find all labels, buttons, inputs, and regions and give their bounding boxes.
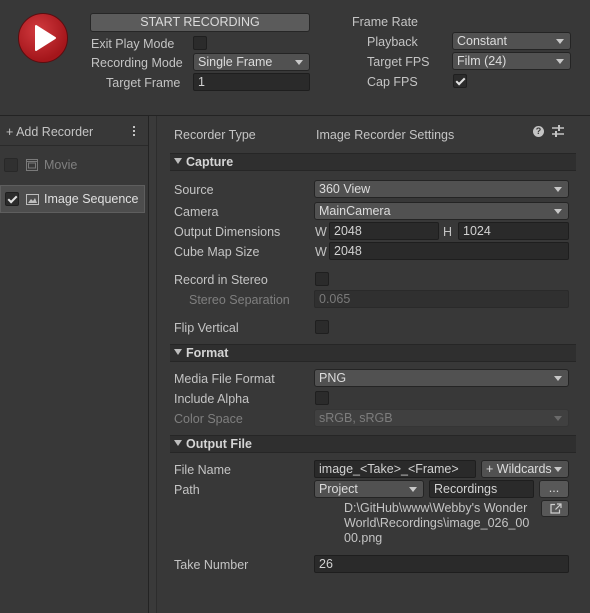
record-in-stereo-label: Record in Stereo [174,273,268,287]
cap-fps-label: Cap FPS [367,75,418,89]
recording-mode-dropdown[interactable]: Single Frame [193,53,310,71]
source-dropdown[interactable]: 360 View [314,180,569,198]
add-recorder-button[interactable]: + Add Recorder [6,125,93,139]
recorder-item-label: Movie [44,158,78,172]
wildcards-dropdown[interactable]: + Wildcards [481,460,569,478]
cube-map-size-input[interactable]: 2048 [329,242,569,260]
exit-play-mode-checkbox[interactable] [193,36,207,50]
record-button[interactable] [18,13,68,63]
chevron-down-icon [554,376,562,381]
color-space-label: Color Space [174,412,243,426]
output-dimensions-label: Output Dimensions [174,225,281,239]
frame-rate-label: Frame Rate [352,15,418,29]
include-alpha-checkbox[interactable] [315,391,329,405]
flip-vertical-checkbox[interactable] [315,320,329,334]
playback-label: Playback [367,35,418,49]
list-header-divider [0,145,148,146]
section-title: Capture [186,155,234,169]
foldout-arrow-icon [174,349,182,355]
output-height-input[interactable]: 1024 [458,222,569,240]
color-space-value: sRGB, sRGB [319,411,393,425]
browse-folder-button[interactable]: ... [539,480,569,498]
image-icon [26,194,39,205]
camera-value: MainCamera [319,204,391,218]
foldout-arrow-icon [174,158,182,164]
more-options-icon[interactable] [131,126,137,138]
media-file-format-dropdown[interactable]: PNG [314,369,569,387]
take-number-input[interactable]: 26 [314,555,569,573]
foldout-arrow-icon [174,440,182,446]
recorder-type-value: Image Recorder Settings [316,128,455,142]
cube-width-label: W [315,245,327,259]
chevron-down-icon [556,59,564,64]
chevron-down-icon [554,467,562,472]
recording-mode-value: Single Frame [198,55,273,69]
output-width-input[interactable]: 2048 [329,222,439,240]
recorder-item-image-sequence[interactable]: Image Sequence [0,185,145,213]
chevron-down-icon [554,187,562,192]
target-fps-label: Target FPS [367,55,430,69]
recorder-item-movie[interactable]: Movie [0,150,148,178]
playback-value: Constant [457,34,508,48]
exit-play-mode-label: Exit Play Mode [91,37,175,51]
include-alpha-label: Include Alpha [174,392,250,406]
chevron-down-icon [554,209,562,214]
cube-map-size-label: Cube Map Size [174,245,260,259]
source-value: 360 View [319,182,371,196]
flip-vertical-label: Flip Vertical [174,321,239,335]
preset-settings-icon[interactable] [552,125,564,137]
media-file-format-label: Media File Format [174,372,275,386]
chevron-down-icon [409,487,417,492]
full-path-line-3: 00.png [344,531,383,545]
stereo-separation-label: Stereo Separation [189,293,290,307]
open-folder-button[interactable] [541,500,569,517]
chevron-down-icon [295,60,303,65]
target-fps-value: Film (24) [457,54,507,68]
camera-label: Camera [174,205,219,219]
stereo-separation-input[interactable]: 0.065 [314,290,569,308]
cap-fps-checkbox[interactable] [453,74,467,88]
recording-mode-label: Recording Mode [91,56,183,70]
recorder-enable-checkbox[interactable] [4,158,18,172]
target-fps-dropdown[interactable]: Film (24) [452,52,571,70]
target-frame-label: Target Frame [106,76,181,90]
recorder-item-label: Image Sequence [44,192,139,206]
full-path-line-2: World\Recordings\image_026_00 [344,516,530,530]
camera-dropdown[interactable]: MainCamera [314,202,569,220]
source-label: Source [174,183,214,197]
film-icon [26,159,38,171]
width-label: W [315,225,327,239]
take-number-label: Take Number [174,558,249,572]
record-in-stereo-checkbox[interactable] [315,272,329,286]
section-title: Output File [186,437,252,451]
file-name-label: File Name [174,463,231,477]
color-space-dropdown[interactable]: sRGB, sRGB [314,409,569,427]
target-frame-input[interactable]: 1 [193,73,310,91]
path-root-value: Project [319,482,358,496]
recorder-type-label: Recorder Type [174,128,256,142]
capture-section-header[interactable]: Capture [170,153,576,171]
chevron-down-icon [556,39,564,44]
output-file-section-header[interactable]: Output File [170,435,576,453]
help-icon[interactable]: ? [533,126,544,137]
path-root-dropdown[interactable]: Project [314,480,424,498]
section-title: Format [186,346,229,360]
path-label: Path [174,483,200,497]
playback-dropdown[interactable]: Constant [452,32,571,50]
recorder-enable-checkbox[interactable] [5,192,19,206]
file-name-input[interactable]: image_<Take>_<Frame> [314,460,476,478]
wildcards-label: + Wildcards [486,462,552,476]
play-icon [35,25,56,51]
chevron-down-icon [554,416,562,421]
open-external-icon [550,503,562,514]
media-file-format-value: PNG [319,371,347,385]
height-label: H [443,225,453,239]
start-recording-button[interactable]: START RECORDING [90,13,310,32]
format-section-header[interactable]: Format [170,344,576,362]
full-path-line-1: D:\GitHub\www\Webby's Wonder [344,501,528,515]
path-folder-input[interactable]: Recordings [429,480,534,498]
